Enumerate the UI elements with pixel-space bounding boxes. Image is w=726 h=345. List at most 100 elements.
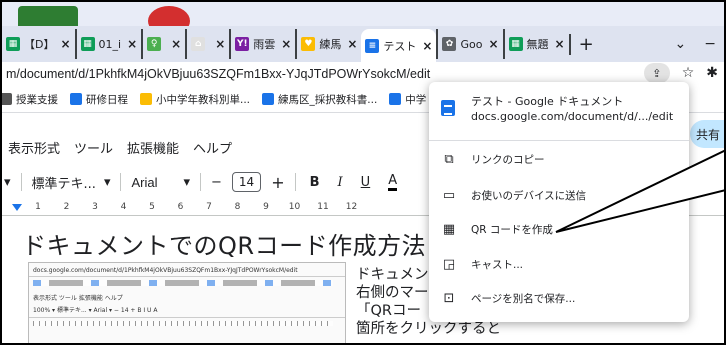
menu-help[interactable]: ヘルプ [193, 138, 232, 157]
tab-title: 01_i [98, 37, 122, 51]
tab-favicon-icon: ▦ [6, 37, 20, 51]
menu-item-label: リンクのコピー [471, 153, 545, 166]
tab-close-icon[interactable]: × [60, 37, 70, 51]
underline-button[interactable]: U [361, 175, 371, 190]
tab-close-icon[interactable]: × [215, 37, 225, 51]
bookmark-label: 練馬区_採択教科書... [278, 93, 378, 106]
thumbnail-ruler [33, 321, 333, 326]
bold-button[interactable]: B [310, 175, 320, 190]
browser-tab[interactable]: ▦ 【D】 × [0, 29, 75, 59]
text-color-button[interactable]: A [388, 173, 398, 191]
ruler-tick-label: 9 [263, 202, 269, 212]
menu-item-label: ページを別名で保存... [471, 292, 576, 305]
bookmark-icon [0, 93, 12, 105]
bookmark-label: 授業支援 [16, 93, 58, 106]
browser-tab[interactable]: ♀ × [141, 29, 185, 59]
zoom-chevron-icon[interactable]: ▾ [4, 175, 11, 190]
extensions-icon[interactable]: ✱ [706, 65, 718, 81]
ruler-tick-label: 1 [35, 202, 41, 212]
menu-item-label: QR コードを作成 [471, 223, 553, 236]
bookmark-item[interactable]: 中学 [389, 92, 426, 107]
thumbnail-bookmark-strip [33, 280, 333, 286]
tab-close-icon[interactable]: × [488, 37, 498, 51]
ruler-tick-label: 2 [63, 202, 70, 212]
docs-menu-bar: 表示形式 ツール 拡張機能 ヘルプ [8, 138, 232, 157]
decrease-font-size-button[interactable]: − [211, 175, 222, 190]
browser-tab[interactable]: ✿ Goo × [436, 29, 502, 59]
copy-link-icon: ⧉ [444, 151, 454, 167]
browser-tab[interactable]: ▦ 01_i × [74, 29, 142, 59]
share-button[interactable]: 共有 [690, 120, 726, 148]
document-title: ドキュメントでのQRコード作成方法 [22, 232, 427, 260]
menu-page-info: テスト - Google ドキュメント docs.google.com/docu… [429, 82, 689, 134]
thumbnail-url: docs.google.com/document/d/1PkhfkM4jOkVB… [33, 267, 298, 274]
ruler-tick-label: 6 [177, 202, 184, 212]
tab-title: 無題 [526, 38, 549, 51]
window-controls: ⌄ − [675, 36, 726, 52]
tab-close-icon[interactable]: × [281, 37, 291, 51]
thumbnail-toolbar: 100% ▾ 標準テキ... ▾ Arial ▾ − 14 + B I U A [33, 307, 158, 314]
browser-tab[interactable]: ▦ 無題 × [502, 29, 569, 59]
window-top-red-shape [148, 6, 190, 26]
font-select[interactable]: Arial ▾ [131, 175, 190, 190]
minimize-icon[interactable]: − [704, 36, 716, 52]
save-page-icon: ⊡ [443, 290, 455, 306]
tab-favicon-icon: ♀ [147, 37, 162, 51]
bookmark-item[interactable]: 研修日程 [70, 92, 128, 107]
url-field[interactable]: m/document/d/1PkhfkM4jOkVBjuu63SZQFm1Bxx… [0, 67, 430, 81]
toolbar-separator [120, 173, 122, 191]
tab-search-chevron-icon[interactable]: ⌄ [675, 36, 687, 52]
tab-close-icon[interactable]: × [555, 37, 565, 51]
menu-item-label: キャスト... [471, 258, 524, 271]
tab-close-icon[interactable]: × [171, 37, 181, 51]
bookmark-item[interactable]: 授業支援 [0, 92, 58, 107]
menu-format[interactable]: 表示形式 [8, 138, 60, 157]
toolbar-separator [294, 173, 296, 191]
tab-strip: ▦ 【D】 × ▦ 01_i × ♀ × ⌂ × Y! 雨雲 × ♥ 練馬 × ≡ テスト × ✿ Goo × ▦ 無題 × + … [0, 26, 726, 63]
tab-title: 雨雲 [253, 38, 276, 51]
font-size-input[interactable]: 14 [231, 172, 262, 192]
tab-favicon-icon: ♥ [301, 37, 316, 51]
ruler-tick-label: 8 [234, 202, 241, 212]
bookmark-label: 小中学年教科別単... [156, 93, 251, 106]
thumbnail-line [29, 276, 345, 277]
style-select-value: 標準テキ... [31, 176, 96, 192]
increase-font-size-button[interactable]: + [271, 173, 284, 192]
menu-item-send-to-device[interactable]: ▭ お使いのデバイスに送信 [429, 179, 689, 211]
bookmark-icon [389, 93, 402, 105]
screenshot-thumbnail: docs.google.com/document/d/1PkhfkM4jOkVB… [28, 262, 346, 345]
ruler-tick-label: 3 [92, 202, 98, 212]
tab-title: テスト [383, 40, 417, 53]
browser-tab[interactable]: ♥ 練馬 × [295, 29, 361, 59]
chevron-down-icon: ▾ [183, 174, 191, 190]
menu-extensions[interactable]: 拡張機能 [127, 138, 179, 157]
browser-tab[interactable]: ⌂ × [185, 29, 229, 59]
toolbar-separator [200, 173, 202, 191]
address-bar-actions: ⇪ ☆ ✱ [643, 63, 718, 83]
share-page-icon[interactable]: ⇪ [643, 63, 670, 83]
browser-tab[interactable]: Y! 雨雲 × [229, 29, 295, 59]
bookmark-label: 研修日程 [86, 93, 128, 106]
tab-close-icon[interactable]: × [127, 37, 137, 51]
menu-item-cast[interactable]: ◲ キャスト... [429, 248, 689, 280]
ruler-tick-label: 10 [288, 202, 301, 212]
browser-tab[interactable]: ≡ テスト × [361, 29, 437, 63]
share-label: 共有 [696, 127, 721, 142]
menu-tools[interactable]: ツール [74, 138, 113, 157]
tab-favicon-icon: ✿ [442, 37, 457, 51]
menu-item-create-qr-code[interactable]: ▦ QR コードを作成 [429, 213, 689, 245]
google-docs-icon [441, 100, 455, 116]
bookmark-item[interactable]: 小中学年教科別単... [140, 92, 250, 107]
tab-close-icon[interactable]: × [347, 37, 357, 51]
indent-marker[interactable] [12, 204, 22, 211]
tab-close-icon[interactable]: × [422, 39, 432, 53]
menu-item-save-page-as[interactable]: ⊡ ページを別名で保存... [429, 282, 689, 314]
bookmark-star-icon[interactable]: ☆ [682, 65, 695, 81]
menu-item-copy-link[interactable]: ⧉ リンクのコピー [429, 143, 689, 175]
style-select[interactable]: 標準テキ... ▾ [32, 173, 111, 192]
bookmark-item[interactable]: 練馬区_採択教科書... [262, 92, 377, 107]
ruler-tick-label: 5 [149, 202, 155, 212]
italic-button[interactable]: I [338, 175, 343, 190]
toolbar-separator [20, 173, 22, 191]
new-tab-button[interactable]: + [568, 33, 602, 55]
